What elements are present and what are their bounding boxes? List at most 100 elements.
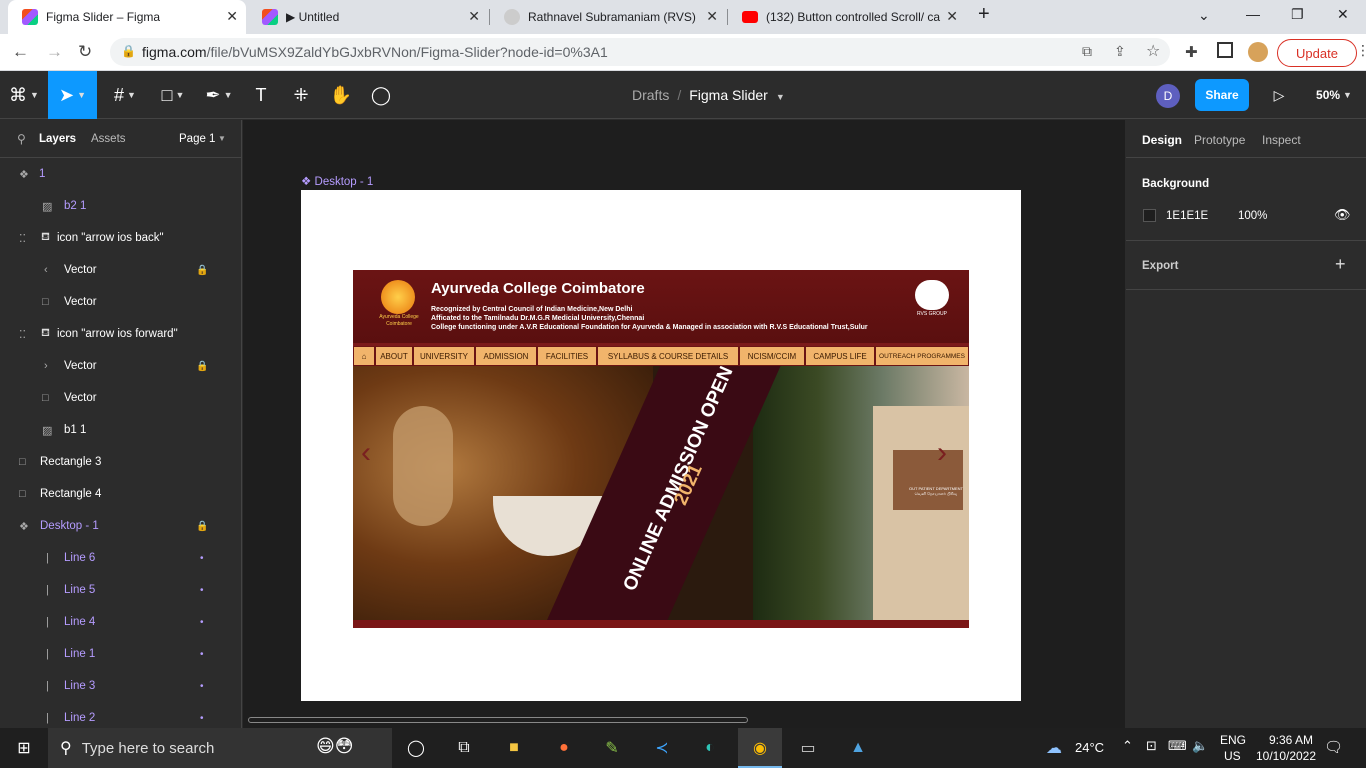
minimize-icon[interactable]: —	[1246, 6, 1260, 22]
file-explorer-icon[interactable]: ■	[502, 736, 526, 760]
windows-start-icon[interactable]: ⊞	[12, 736, 36, 760]
background-swatch[interactable]	[1143, 209, 1156, 222]
zoom-menu[interactable]: 50% ▼	[1310, 71, 1358, 119]
new-tab-icon[interactable]: +	[978, 3, 990, 26]
layer-row[interactable]: ❖ 1	[0, 158, 242, 190]
tab-inspect[interactable]: Inspect	[1262, 133, 1301, 147]
search-icon[interactable]: ⚲	[17, 132, 26, 146]
nav-admission[interactable]: ADMISSION	[475, 346, 537, 366]
close-tab-icon[interactable]: ✕	[706, 8, 718, 25]
background-hex-input[interactable]: 1E1E1E	[1166, 210, 1208, 222]
nav-facilities[interactable]: FACILITIES	[537, 346, 597, 366]
design-canvas[interactable]: ❖ Desktop - 1 Ayurveda College Coimbator…	[243, 120, 1125, 728]
paint-icon[interactable]: ✎	[600, 736, 624, 760]
task-view-icon[interactable]: ⧉	[452, 736, 476, 760]
language-line-2[interactable]: US	[1224, 749, 1241, 763]
tab-untitled[interactable]: ▶ Untitled ✕	[248, 0, 488, 34]
network-icon[interactable]: ⌨	[1168, 738, 1187, 754]
text-tool-button[interactable]: T	[246, 71, 276, 119]
present-button[interactable]: ▷	[1266, 71, 1292, 119]
taskbar-search[interactable]: ⚲ Type here to search 😄😳	[48, 728, 392, 768]
layer-row[interactable]: ⁚⁚ ⛾ icon "arrow ios forward"	[0, 318, 242, 350]
vscode-icon[interactable]: ≺	[650, 736, 674, 760]
weather-temp[interactable]: 24°C	[1075, 740, 1104, 755]
emoji-doodle-icon[interactable]: 😄😳	[316, 736, 354, 757]
layer-row[interactable]: | Line 6 •	[0, 542, 242, 574]
language-line-1[interactable]: ENG	[1220, 733, 1246, 747]
nav-campus-life[interactable]: CAMPUS LIFE	[805, 346, 875, 366]
close-tab-icon[interactable]: ✕	[468, 8, 480, 25]
edge-icon[interactable]: ◐	[698, 736, 722, 760]
breadcrumb-drafts[interactable]: Drafts	[632, 87, 669, 103]
layer-row[interactable]: ▨ b2 1	[0, 190, 242, 222]
tab-prototype[interactable]: Prototype	[1194, 133, 1245, 147]
background-opacity-input[interactable]: 100%	[1238, 210, 1267, 222]
nav-about[interactable]: ABOUT	[375, 346, 413, 366]
close-tab-icon[interactable]: ✕	[946, 8, 958, 25]
main-menu-button[interactable]: ⌘ ▼	[0, 71, 48, 119]
weather-cloud-icon[interactable]: ☁	[1042, 736, 1066, 760]
hand-tool-button[interactable]: ✋	[326, 71, 356, 119]
comment-tool-button[interactable]: ◯	[366, 71, 396, 119]
close-window-icon[interactable]: ✕	[1337, 6, 1349, 23]
page-selector[interactable]: Page 1	[179, 133, 215, 145]
website-mockup[interactable]: Ayurveda College Coimbatore Ayurveda Col…	[353, 270, 969, 628]
lock-icon[interactable]: 🔒	[196, 521, 208, 532]
eye-icon[interactable]: 👁	[1334, 207, 1351, 223]
update-button[interactable]: Update	[1277, 39, 1357, 67]
profile-avatar[interactable]	[1248, 42, 1268, 62]
chevron-down-icon[interactable]: ▼	[776, 92, 785, 102]
forward-icon[interactable]: →	[46, 42, 63, 62]
layer-row[interactable]: □ Rectangle 4	[0, 478, 242, 510]
home-icon[interactable]: ⌂	[353, 346, 375, 366]
frame-tool-button[interactable]: # ▼	[104, 71, 146, 119]
tab-assets[interactable]: Assets	[91, 133, 126, 145]
layer-row[interactable]: □ Vector	[0, 286, 242, 318]
layer-row[interactable]: | Line 4 •	[0, 606, 242, 638]
address-bar[interactable]: 🔒 figma.com/file/bVuMSX9ZaldYbGJxbRVNon/…	[110, 38, 1170, 66]
lock-icon[interactable]: 🔒	[196, 265, 208, 276]
chrome-taskbar-button[interactable]: ◉	[738, 728, 782, 768]
chevron-down-icon[interactable]: ▼	[218, 134, 226, 143]
tray-device-icon[interactable]: ⊡	[1146, 738, 1157, 754]
layer-row[interactable]: ❖ Desktop - 1 🔒	[0, 510, 242, 542]
user-avatar[interactable]: D	[1156, 84, 1180, 108]
nav-outreach[interactable]: OUTREACH PROGRAMMES	[875, 346, 969, 366]
photos-icon[interactable]: ▲	[846, 736, 870, 760]
layer-row[interactable]: › Vector 🔒	[0, 350, 242, 382]
lock-icon[interactable]: 🔒	[196, 361, 208, 372]
tab-design[interactable]: Design	[1142, 133, 1182, 147]
nav-university[interactable]: UNIVERSITY	[413, 346, 475, 366]
back-icon[interactable]: ←	[12, 42, 29, 62]
tab-rathnavel[interactable]: Rathnavel Subramaniam (RVS) Co ✕	[490, 0, 726, 34]
cortana-icon[interactable]: ◯	[404, 736, 428, 760]
layer-row[interactable]: ▨ b1 1	[0, 414, 242, 446]
side-panel-icon[interactable]	[1217, 42, 1233, 58]
menu-kebab-icon[interactable]: ⋮	[1356, 42, 1366, 59]
reload-icon[interactable]: ↻	[78, 42, 92, 62]
shape-tool-button[interactable]: □ ▼	[152, 71, 194, 119]
layer-row[interactable]: □ Vector	[0, 382, 242, 414]
tray-chevron-icon[interactable]: ⌃	[1122, 738, 1133, 754]
tab-search-icon[interactable]: ⌄	[1198, 7, 1210, 24]
file-name[interactable]: Figma Slider	[689, 87, 768, 103]
frame-label[interactable]: ❖ Desktop - 1	[301, 174, 373, 188]
clock-time[interactable]: 9:36 AM	[1259, 733, 1323, 747]
slider-forward-arrow-icon[interactable]: ›	[937, 436, 947, 470]
terminal-icon[interactable]: ▭	[796, 736, 820, 760]
nav-syllabus[interactable]: SYLLABUS & COURSE DETAILS	[597, 346, 739, 366]
bookmark-star-icon[interactable]: ☆	[1146, 41, 1160, 61]
nav-ncism[interactable]: NCISM/CCIM	[739, 346, 805, 366]
share-button[interactable]: Share	[1195, 79, 1249, 111]
desktop-frame[interactable]: Ayurveda College Coimbatore Ayurveda Col…	[301, 190, 1021, 701]
move-tool-button[interactable]: ➤ ▼	[48, 71, 97, 119]
slider-back-arrow-icon[interactable]: ‹	[361, 436, 371, 470]
tab-figma-slider[interactable]: Figma Slider – Figma ✕	[8, 0, 246, 34]
tab-layers[interactable]: Layers	[39, 133, 76, 145]
share-page-icon[interactable]: ⇪	[1114, 43, 1126, 60]
add-export-icon[interactable]: +	[1335, 254, 1346, 275]
layer-row[interactable]: | Line 1 •	[0, 638, 242, 670]
horizontal-scrollbar[interactable]	[248, 717, 748, 723]
clock-date[interactable]: 10/10/2022	[1250, 749, 1322, 763]
pen-tool-button[interactable]: ✒ ▼	[198, 71, 240, 119]
